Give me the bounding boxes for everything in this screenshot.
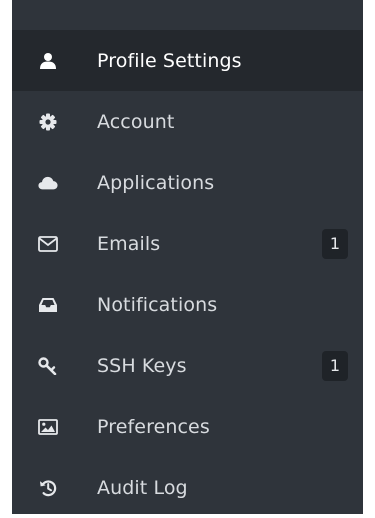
sidebar-item-label: Notifications bbox=[97, 293, 218, 316]
gear-icon bbox=[38, 112, 58, 132]
sidebar-item-label: Account bbox=[97, 110, 175, 133]
envelope-icon bbox=[38, 234, 58, 254]
ssh-keys-count-badge: 1 bbox=[322, 350, 348, 381]
sidebar-item-notifications[interactable]: Notifications bbox=[12, 274, 363, 335]
settings-sidebar: Profile Settings Account Applications Em… bbox=[12, 0, 363, 514]
image-icon bbox=[38, 417, 58, 437]
sidebar-item-label: SSH Keys bbox=[97, 354, 187, 377]
history-icon bbox=[38, 478, 58, 498]
sidebar-item-account[interactable]: Account bbox=[12, 91, 363, 152]
sidebar-item-profile-settings[interactable]: Profile Settings bbox=[12, 30, 363, 91]
key-icon bbox=[38, 356, 58, 376]
sidebar-item-emails[interactable]: Emails 1 bbox=[12, 213, 363, 274]
sidebar-item-label: Applications bbox=[97, 171, 215, 194]
sidebar-item-label: Profile Settings bbox=[97, 49, 242, 72]
sidebar-item-label: Preferences bbox=[97, 415, 210, 438]
inbox-icon bbox=[38, 295, 58, 315]
sidebar-item-audit-log[interactable]: Audit Log bbox=[12, 457, 363, 518]
user-icon bbox=[38, 51, 58, 71]
cloud-icon bbox=[38, 173, 58, 193]
sidebar-item-preferences[interactable]: Preferences bbox=[12, 396, 363, 457]
emails-count-badge: 1 bbox=[322, 228, 348, 259]
sidebar-item-ssh-keys[interactable]: SSH Keys 1 bbox=[12, 335, 363, 396]
sidebar-item-applications[interactable]: Applications bbox=[12, 152, 363, 213]
sidebar-item-label: Audit Log bbox=[97, 476, 188, 499]
sidebar-item-label: Emails bbox=[97, 232, 161, 255]
